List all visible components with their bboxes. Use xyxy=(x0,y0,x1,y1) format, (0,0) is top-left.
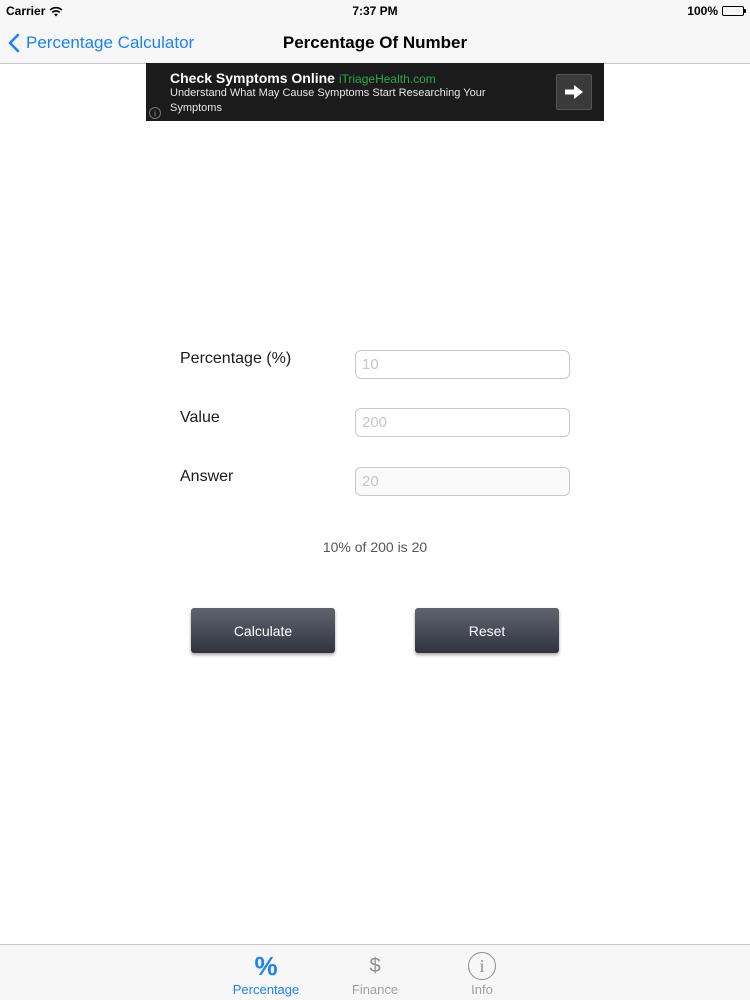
percent-icon: % xyxy=(254,950,278,981)
tab-finance[interactable]: $ Finance xyxy=(330,945,420,1000)
reset-button[interactable]: Reset xyxy=(415,608,559,653)
calculate-button[interactable]: Calculate xyxy=(191,608,335,653)
tab-percentage-label: Percentage xyxy=(232,982,300,997)
ad-headline: Check Symptoms Online xyxy=(170,70,335,86)
ad-info-icon[interactable]: i xyxy=(149,107,161,119)
battery-icon xyxy=(722,6,746,16)
dollar-icon: $ xyxy=(369,954,381,977)
ad-headline-row: Check Symptoms Online iTriageHealth.com xyxy=(170,70,436,86)
ad-description: Understand What May Cause Symptoms Start… xyxy=(170,87,486,114)
arrow-right-icon xyxy=(565,85,583,99)
status-battery: 100% xyxy=(687,4,746,18)
percentage-label: Percentage (%) xyxy=(180,350,292,367)
tab-percentage[interactable]: % Percentage xyxy=(221,945,311,1000)
value-input[interactable] xyxy=(355,408,570,437)
back-button[interactable]: Percentage Calculator xyxy=(8,22,194,63)
tab-finance-label: Finance xyxy=(351,982,399,997)
value-label: Value xyxy=(180,409,220,426)
tab-info[interactable]: i Info xyxy=(437,945,527,1000)
ad-banner[interactable]: Check Symptoms Online iTriageHealth.com … xyxy=(146,63,604,121)
back-button-label: Percentage Calculator xyxy=(26,32,195,52)
percentage-input[interactable] xyxy=(355,350,570,379)
tab-info-label: Info xyxy=(471,982,493,997)
battery-percent: 100% xyxy=(687,4,718,18)
navigation-bar: Percentage Calculator Percentage Of Numb… xyxy=(0,22,750,64)
result-text: 10% of 200 is 20 xyxy=(322,539,428,555)
status-bar: Carrier 7:37 PM 100% xyxy=(0,0,750,22)
answer-field[interactable] xyxy=(355,467,570,496)
ad-arrow-button[interactable] xyxy=(556,74,592,110)
status-time: 7:37 PM xyxy=(352,4,398,18)
answer-label: Answer xyxy=(180,468,234,485)
chevron-left-icon xyxy=(8,33,20,52)
tab-bar: % Percentage $ Finance i Info xyxy=(0,944,750,1000)
info-icon: i xyxy=(437,952,527,980)
ad-source: iTriageHealth.com xyxy=(338,72,436,86)
